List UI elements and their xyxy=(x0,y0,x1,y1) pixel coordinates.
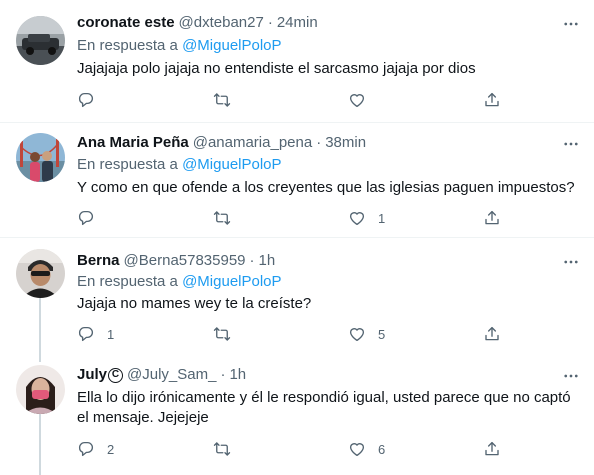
reply-button[interactable] xyxy=(77,90,107,110)
avatar[interactable] xyxy=(16,133,65,182)
share-icon xyxy=(483,209,501,227)
like-count: 1 xyxy=(378,210,386,226)
mention-link[interactable]: @MiguelPoloP xyxy=(182,156,281,173)
replying-to-label: En respuesta a xyxy=(77,156,183,173)
tweet-text: Ella lo dijo irónicamente y él le respon… xyxy=(77,389,571,426)
separator-dot: · xyxy=(220,366,226,383)
retweet-button[interactable] xyxy=(213,324,243,344)
user-handle[interactable]: @dxteban27 xyxy=(179,13,264,33)
display-name[interactable]: July xyxy=(77,365,107,385)
share-icon xyxy=(483,325,501,343)
tweet-reply[interactable]: coronate este @dxteban27 · 24min En resp… xyxy=(0,0,594,122)
like-button[interactable]: 1 xyxy=(348,208,385,228)
reply-button[interactable] xyxy=(77,208,107,228)
mention-link[interactable]: @MiguelPoloP xyxy=(182,273,281,290)
retweet-icon xyxy=(213,440,231,458)
replying-to-label: En respuesta a xyxy=(77,273,183,290)
avatar[interactable] xyxy=(16,16,65,65)
like-button[interactable]: 5 xyxy=(348,324,385,344)
display-name[interactable]: Berna xyxy=(77,251,120,271)
share-icon xyxy=(483,91,501,109)
share-icon xyxy=(483,440,501,458)
tweet-header: July C @July_Sam_ · 1h xyxy=(77,365,246,385)
like-button[interactable] xyxy=(348,90,378,110)
avatar[interactable] xyxy=(16,365,65,414)
reply-count: 1 xyxy=(107,326,115,342)
thread-connector-line xyxy=(39,414,41,475)
tweet-reply[interactable]: Ana Maria Peña @anamaria_pena · 38min En… xyxy=(0,123,594,237)
reply-count: 2 xyxy=(107,441,115,457)
user-handle[interactable]: @anamaria_pena xyxy=(193,133,312,153)
more-icon[interactable] xyxy=(562,135,580,153)
reply-icon xyxy=(77,440,95,458)
tweet-actions: 1 xyxy=(77,208,507,228)
retweet-icon xyxy=(213,91,231,109)
tweet-text: Y como en que ofende a los creyentes que… xyxy=(77,179,575,196)
replying-to: En respuesta a @MiguelPoloP xyxy=(77,272,282,292)
display-name[interactable]: Ana Maria Peña xyxy=(77,133,189,153)
tweet-reply[interactable]: Berna @Berna57835959 · 1h En respuesta a… xyxy=(0,238,594,350)
replying-to-label: En respuesta a xyxy=(77,37,183,54)
heart-icon xyxy=(348,325,366,343)
tweet-actions xyxy=(77,90,507,110)
retweet-icon xyxy=(213,325,231,343)
like-count: 5 xyxy=(378,326,386,342)
more-icon[interactable] xyxy=(562,15,580,33)
tweet-reply[interactable]: July C @July_Sam_ · 1h Ella lo dijo irón… xyxy=(0,355,594,475)
reply-button[interactable]: 2 xyxy=(77,439,114,459)
separator-dot: · xyxy=(249,252,255,269)
retweet-icon xyxy=(213,209,231,227)
timestamp[interactable]: 1h xyxy=(229,365,246,385)
tweet-actions: 1 5 xyxy=(77,324,507,344)
more-icon[interactable] xyxy=(562,367,580,385)
timestamp[interactable]: 1h xyxy=(259,251,276,271)
tweet-header: Berna @Berna57835959 · 1h xyxy=(77,251,275,271)
copyright-badge-icon: C xyxy=(108,367,124,383)
mention-link[interactable]: @MiguelPoloP xyxy=(182,37,281,54)
share-button[interactable] xyxy=(483,439,501,459)
retweet-button[interactable] xyxy=(213,90,243,110)
replying-to: En respuesta a @MiguelPoloP xyxy=(77,36,282,56)
like-button[interactable]: 6 xyxy=(348,439,385,459)
user-handle[interactable]: @July_Sam_ xyxy=(127,365,216,385)
tweet-header: Ana Maria Peña @anamaria_pena · 38min xyxy=(77,133,366,153)
heart-icon xyxy=(348,91,366,109)
avatar[interactable] xyxy=(16,249,65,298)
reply-icon xyxy=(77,91,95,109)
reply-icon xyxy=(77,209,95,227)
heart-icon xyxy=(348,209,366,227)
reply-button[interactable]: 1 xyxy=(77,324,114,344)
replying-to: En respuesta a @MiguelPoloP xyxy=(77,155,282,175)
share-button[interactable] xyxy=(483,324,501,344)
display-name[interactable]: coronate este xyxy=(77,13,175,33)
tweet-actions: 2 6 xyxy=(77,439,507,459)
share-button[interactable] xyxy=(483,90,501,110)
retweet-button[interactable] xyxy=(213,439,243,459)
separator-dot: · xyxy=(267,14,273,31)
timestamp[interactable]: 38min xyxy=(325,133,366,153)
heart-icon xyxy=(348,440,366,458)
share-button[interactable] xyxy=(483,208,501,228)
reply-icon xyxy=(77,325,95,343)
user-handle[interactable]: @Berna57835959 xyxy=(124,251,246,271)
retweet-button[interactable] xyxy=(213,208,243,228)
like-count: 6 xyxy=(378,441,386,457)
tweet-text: Jajaja no mames wey te la creíste? xyxy=(77,295,312,312)
separator-dot: · xyxy=(316,134,322,151)
timestamp[interactable]: 24min xyxy=(277,13,318,33)
more-icon[interactable] xyxy=(562,253,580,271)
tweet-header: coronate este @dxteban27 · 24min xyxy=(77,13,318,33)
tweet-text: Jajajaja polo jajaja no entendiste el sa… xyxy=(77,60,476,77)
